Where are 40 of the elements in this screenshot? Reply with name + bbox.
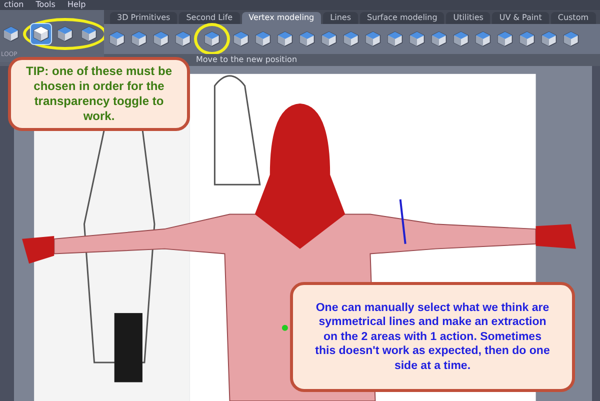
callout-note: TIP: one of these must be chosen in order for the transparency toggle to work. [8,57,190,131]
cube-icon [518,30,536,48]
cube-icon [174,30,192,48]
cube-icon [342,30,360,48]
cube-icon [320,30,338,48]
cube-icon [386,30,404,48]
menu-item[interactable]: Tools [36,1,56,9]
tab[interactable]: Second Life [179,12,240,24]
cube-icon [452,30,470,48]
cube-icon [364,30,382,48]
tab[interactable]: 3D Primitives [110,12,178,24]
tool-button[interactable] [30,23,52,45]
cube-icon [408,30,426,48]
cube-icon [130,30,148,48]
cube-icon [276,30,294,48]
menu-item[interactable]: Help [67,1,86,9]
cube-icon [540,30,558,48]
tab[interactable]: Surface modeling [360,12,444,24]
cube-icon [474,30,492,48]
cube-icon [203,30,221,48]
status-text: Move to the new position [196,54,298,66]
cube-icon [254,30,272,48]
cube-icon [562,30,580,48]
cube-icon [430,30,448,48]
menu-item[interactable]: ction [4,1,24,9]
cube-icon [152,30,170,48]
cube-icon [108,30,126,48]
cube-icon [496,30,514,48]
cube-icon [56,25,74,43]
cube-icon [32,25,50,43]
tab[interactable]: Lines [323,12,358,24]
cube-icon [298,30,316,48]
callout-note: One can manually select what we think are symmetrical lines and make an extraction on the 2 areas with 1 action. Sometimes this doesn't work as expected, then do one side at a time. [290,282,575,392]
tab[interactable]: Custom [550,12,596,24]
cube-icon [2,25,20,43]
tab[interactable]: UV & Paint [492,12,549,24]
tab[interactable]: Vertex modeling [242,12,322,24]
tab[interactable]: Utilities [446,12,490,24]
cube-icon [232,30,250,48]
cube-icon [80,25,98,43]
